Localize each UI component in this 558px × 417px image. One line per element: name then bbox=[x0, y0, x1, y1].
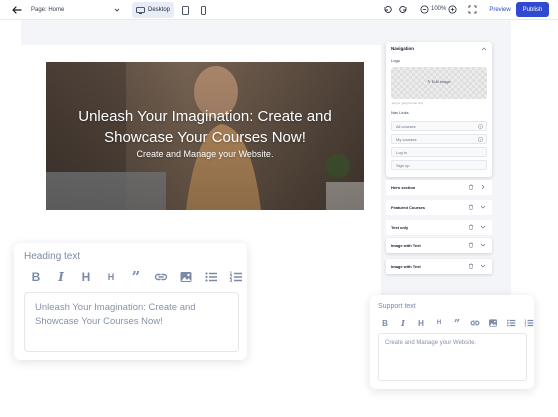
hero-title: Unleash Your Imagination: Create and Sho… bbox=[78, 108, 332, 146]
chevron-down-icon[interactable] bbox=[480, 263, 486, 269]
desktop-view-button[interactable]: Desktop bbox=[132, 2, 174, 18]
zoom-in-button[interactable] bbox=[446, 3, 459, 16]
preview-button[interactable]: Preview bbox=[487, 4, 513, 16]
chevron-up-icon[interactable] bbox=[481, 46, 487, 52]
chevron-down-icon[interactable] bbox=[480, 224, 486, 230]
nav-link-text: All courses bbox=[396, 123, 416, 129]
support-text-editor: Support text B I H H ” 123 Create and Ma… bbox=[370, 295, 534, 389]
section-label: Hero section bbox=[391, 185, 416, 190]
support-editor-title: Support text bbox=[378, 303, 416, 310]
edit-image-button[interactable]: ✎ Edit image bbox=[391, 79, 487, 84]
svg-text:3: 3 bbox=[230, 278, 233, 283]
section-label: Image with Text bbox=[391, 264, 421, 269]
quote-icon[interactable]: ” bbox=[451, 317, 463, 330]
trash-icon[interactable] bbox=[468, 184, 474, 190]
heading-text-input[interactable]: Unleash Your Imagination: Create and Sho… bbox=[24, 292, 239, 352]
numbered-list-icon[interactable]: 123 bbox=[523, 317, 535, 329]
edit-image-label: Edit image bbox=[431, 79, 451, 84]
info-icon bbox=[478, 137, 483, 142]
heading-small-icon[interactable]: H bbox=[433, 317, 445, 329]
undo-button[interactable] bbox=[381, 3, 394, 16]
publish-button[interactable]: Publish bbox=[516, 2, 549, 17]
nav-link-text: Sign up bbox=[396, 162, 410, 168]
section-label: Featured Courses bbox=[391, 205, 426, 210]
bullet-list-icon[interactable] bbox=[505, 317, 517, 329]
nav-link-item[interactable]: Sign up bbox=[391, 160, 487, 170]
desktop-view-label: Desktop bbox=[147, 7, 170, 13]
formatting-toolbar: B I H H ” 123 bbox=[379, 317, 535, 330]
image-icon[interactable] bbox=[178, 269, 194, 285]
bold-icon[interactable]: B bbox=[28, 269, 44, 285]
heading-text-editor: Heading text B I H H ” 123 Unleash Your … bbox=[14, 243, 247, 360]
formatting-toolbar: B I H H ” 123 bbox=[28, 268, 244, 286]
section-row-image-with-text[interactable]: Image with Text bbox=[386, 238, 492, 253]
chevron-right-icon[interactable] bbox=[480, 184, 486, 190]
nav-links-label: Nav Links bbox=[391, 110, 409, 115]
section-row-featured-courses[interactable]: Featured Courses bbox=[386, 200, 492, 215]
mobile-view-button[interactable] bbox=[196, 2, 210, 18]
tablet-icon bbox=[181, 5, 189, 15]
navigation-settings-panel: Navigation Logo ✎ Edit image .png or .jp… bbox=[386, 42, 492, 177]
zoom-level: 100% bbox=[431, 6, 447, 12]
trash-icon[interactable] bbox=[468, 224, 474, 230]
section-label: Text only bbox=[391, 225, 409, 230]
back-arrow-icon[interactable] bbox=[11, 4, 23, 16]
section-row-image-with-text[interactable]: Image with Text bbox=[386, 259, 492, 274]
image-icon[interactable] bbox=[487, 317, 499, 329]
hero-section[interactable]: Unleash Your Imagination: Create and Sho… bbox=[46, 62, 364, 210]
redo-icon bbox=[399, 6, 407, 13]
section-row-text-only[interactable]: Text only bbox=[386, 220, 492, 235]
tablet-view-button[interactable] bbox=[178, 2, 192, 18]
section-label: Image with Text bbox=[391, 243, 421, 248]
zoom-out-button[interactable] bbox=[418, 3, 431, 16]
nav-link-item[interactable]: My courses bbox=[391, 134, 487, 144]
nav-link-text: Log in bbox=[396, 149, 407, 155]
logo-label: Logo bbox=[391, 58, 400, 63]
monitor-icon bbox=[136, 6, 145, 14]
navigation-panel-title: Navigation bbox=[391, 46, 415, 51]
nav-link-item[interactable]: All courses bbox=[391, 121, 487, 131]
page-select-label: Page: Home bbox=[31, 7, 65, 13]
trash-icon[interactable] bbox=[468, 263, 474, 269]
chevron-down-icon[interactable] bbox=[480, 242, 486, 248]
heading-editor-title: Heading text bbox=[24, 251, 81, 262]
numbered-list-icon[interactable]: 123 bbox=[228, 269, 244, 285]
chevron-down-icon[interactable] bbox=[480, 204, 486, 210]
fullscreen-button[interactable] bbox=[466, 3, 479, 16]
info-icon bbox=[478, 124, 483, 129]
top-toolbar: Page: Home Desktop 100% Preview Publish bbox=[0, 0, 558, 20]
zoom-in-icon bbox=[448, 5, 457, 14]
heading-large-icon[interactable]: H bbox=[78, 269, 94, 285]
logo-upload-box[interactable]: ✎ Edit image bbox=[391, 67, 487, 99]
italic-icon[interactable]: I bbox=[397, 317, 409, 329]
logo-format-hint: .png or .jpeg format only bbox=[391, 101, 424, 105]
fullscreen-icon bbox=[468, 5, 477, 14]
redo-button[interactable] bbox=[397, 3, 410, 16]
nav-link-text: My courses bbox=[396, 136, 417, 142]
bold-icon[interactable]: B bbox=[379, 317, 391, 329]
trash-icon[interactable] bbox=[468, 204, 474, 210]
mobile-icon bbox=[200, 5, 206, 15]
trash-icon[interactable] bbox=[468, 242, 474, 248]
italic-icon[interactable]: I bbox=[53, 269, 69, 285]
quote-icon[interactable]: ” bbox=[128, 268, 144, 286]
heading-large-icon[interactable]: H bbox=[415, 317, 427, 329]
zoom-out-icon bbox=[420, 5, 429, 14]
nav-link-item[interactable]: Log in bbox=[391, 147, 487, 157]
link-icon[interactable] bbox=[153, 269, 169, 285]
support-text-input[interactable]: Create and Manage your Website. bbox=[378, 333, 527, 381]
section-row-hero[interactable]: Hero section bbox=[386, 180, 492, 195]
page-select-dropdown[interactable]: Page: Home bbox=[31, 4, 121, 16]
heading-small-icon[interactable]: H bbox=[103, 269, 119, 285]
link-icon[interactable] bbox=[469, 317, 481, 329]
hero-subtitle: Create and Manage your Website. bbox=[136, 149, 274, 159]
chevron-down-icon bbox=[114, 8, 120, 12]
bullet-list-icon[interactable] bbox=[203, 269, 219, 285]
undo-icon bbox=[384, 6, 392, 13]
svg-text:3: 3 bbox=[524, 324, 526, 328]
